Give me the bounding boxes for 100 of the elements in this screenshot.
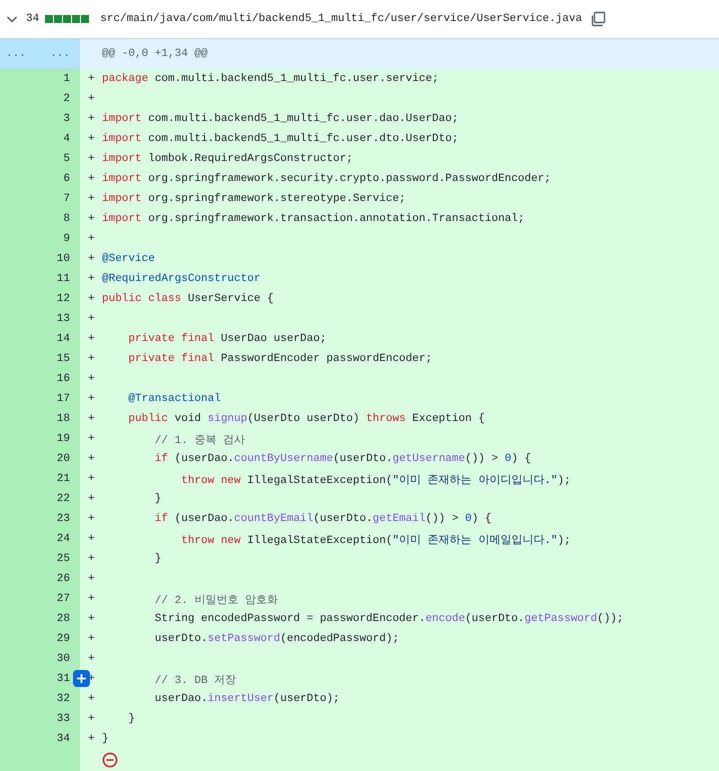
added-sign: + bbox=[87, 693, 96, 705]
code-line: userDao.insertUser(userDto); bbox=[154, 693, 340, 705]
added-sign: + bbox=[87, 573, 96, 585]
code-line: import org.springframework.security.crypto.password.PasswordEncoder; bbox=[102, 173, 551, 185]
line-number[interactable]: 15 bbox=[56, 353, 70, 365]
add-comment-button[interactable] bbox=[73, 670, 90, 687]
added-sign: + bbox=[87, 493, 96, 505]
code-line: throw new IllegalStateException("이미 존재하는 아이디입니다."); bbox=[180, 474, 571, 486]
code-line: if (userDao.countByUsername(userDto.getUsername()) > 0) { bbox=[154, 453, 532, 465]
changes-count: 34 bbox=[26, 13, 40, 25]
added-sign: + bbox=[87, 253, 96, 265]
code-line: public class UserService { bbox=[102, 293, 274, 305]
added-sign: + bbox=[87, 453, 96, 465]
line-number[interactable]: 14 bbox=[56, 333, 70, 345]
copy-icon[interactable] bbox=[590, 11, 606, 27]
added-sign: + bbox=[87, 333, 96, 345]
added-sign: + bbox=[87, 293, 96, 305]
added-sign: + bbox=[87, 213, 96, 225]
line-number[interactable]: 18 bbox=[56, 413, 70, 425]
line-number[interactable]: 31 bbox=[56, 673, 70, 685]
code-line: } bbox=[154, 493, 162, 505]
line-number[interactable]: 27 bbox=[56, 593, 70, 605]
line-number[interactable]: 22 bbox=[56, 493, 70, 505]
line-number[interactable]: 7 bbox=[63, 193, 70, 205]
code-line: import org.springframework.transaction.annotation.Transactional; bbox=[102, 213, 524, 225]
line-number[interactable]: 34 bbox=[56, 733, 70, 745]
line-number[interactable]: 11 bbox=[56, 273, 70, 285]
added-sign: + bbox=[87, 613, 96, 625]
line-number[interactable]: 4 bbox=[63, 133, 70, 145]
line-number[interactable]: 28 bbox=[56, 613, 70, 625]
added-sign: + bbox=[87, 653, 96, 665]
code-line: public void signup(UserDto userDto) throws Exception { bbox=[127, 413, 485, 425]
line-number[interactable]: 3 bbox=[63, 113, 70, 125]
line-number[interactable]: 25 bbox=[56, 553, 70, 565]
line-number[interactable]: 16 bbox=[56, 373, 70, 385]
added-sign: + bbox=[87, 373, 96, 385]
added-sign: + bbox=[87, 433, 96, 445]
line-number[interactable]: 20 bbox=[56, 453, 70, 465]
expand-button[interactable]: ... bbox=[0, 39, 40, 69]
line-number[interactable]: 8 bbox=[63, 213, 70, 225]
added-sign: + bbox=[87, 113, 96, 125]
code-line: import org.springframework.stereotype.Service; bbox=[102, 193, 406, 205]
added-sign: + bbox=[87, 193, 96, 205]
line-number[interactable]: 5 bbox=[63, 153, 70, 165]
line-number[interactable]: 13 bbox=[56, 313, 70, 325]
code-line: } bbox=[127, 713, 136, 725]
line-number[interactable]: 26 bbox=[56, 573, 70, 585]
added-sign: + bbox=[87, 533, 96, 545]
file-path[interactable]: src/main/java/com/multi/backend5_1_multi_fc/user/service/UserService.java bbox=[100, 13, 582, 25]
line-number[interactable]: 33 bbox=[56, 713, 70, 725]
code-line: String encodedPassword = passwordEncoder.encode(userDto.getPassword()); bbox=[154, 613, 624, 625]
line-number[interactable]: 24 bbox=[56, 533, 70, 545]
line-number[interactable]: 12 bbox=[56, 293, 70, 305]
added-sign: + bbox=[87, 733, 96, 745]
line-number[interactable]: 6 bbox=[63, 173, 70, 185]
code-line: } bbox=[102, 733, 109, 745]
expand-button[interactable]: ... bbox=[40, 39, 80, 69]
code-line: } bbox=[154, 553, 162, 565]
added-sign: + bbox=[87, 413, 96, 425]
code-line: throw new IllegalStateException("이미 존재하는 이메일입니다."); bbox=[180, 534, 571, 546]
added-sign: + bbox=[87, 353, 96, 365]
plus-icon bbox=[76, 673, 87, 684]
added-sign: + bbox=[87, 393, 96, 405]
code-line: if (userDao.countByEmail(userDto.getEmail()) > 0) { bbox=[154, 513, 492, 525]
code-line: private final PasswordEncoder passwordEncoder; bbox=[127, 353, 432, 365]
line-number[interactable]: 1 bbox=[63, 73, 70, 85]
added-sign: + bbox=[87, 93, 96, 105]
added-sign: + bbox=[87, 173, 96, 185]
code-line: @Transactional bbox=[127, 393, 221, 405]
code-line: // 1. 중복 검사 bbox=[154, 434, 246, 446]
added-sign: + bbox=[87, 73, 96, 85]
added-sign: + bbox=[87, 273, 96, 285]
line-number[interactable]: 32 bbox=[56, 693, 70, 705]
added-sign: + bbox=[87, 473, 96, 485]
line-number[interactable]: 21 bbox=[56, 473, 70, 485]
line-number[interactable]: 2 bbox=[63, 93, 70, 105]
code-line: import com.multi.backend5_1_multi_fc.user.dto.UserDto; bbox=[102, 133, 458, 145]
line-number[interactable]: 29 bbox=[56, 633, 70, 645]
added-sign: + bbox=[87, 153, 96, 165]
code-line: private final UserDao userDao; bbox=[127, 333, 326, 345]
line-number[interactable]: 30 bbox=[56, 653, 70, 665]
added-sign: + bbox=[87, 553, 96, 565]
code-line: package com.multi.backend5_1_multi_fc.user.service; bbox=[102, 73, 439, 85]
code-line: // 2. 비밀번호 암호화 bbox=[154, 594, 278, 606]
line-number[interactable]: 19 bbox=[56, 433, 70, 445]
added-sign: + bbox=[87, 713, 96, 725]
added-sign: + bbox=[87, 593, 96, 605]
line-number[interactable]: 17 bbox=[56, 393, 70, 405]
code-line: @Service bbox=[102, 253, 155, 265]
code-line: userDto.setPassword(encodedPassword); bbox=[154, 633, 400, 645]
hunk-header: @@ -0,0 +1,34 @@ bbox=[101, 48, 208, 60]
line-number[interactable]: 9 bbox=[63, 233, 70, 245]
code-line: import lombok.RequiredArgsConstructor; bbox=[102, 153, 353, 165]
code-line: @RequiredArgsConstructor bbox=[102, 273, 260, 285]
added-sign: + bbox=[87, 313, 96, 325]
code-line: // 3. DB 저장 bbox=[154, 674, 236, 686]
added-sign: + bbox=[87, 133, 96, 145]
line-number[interactable]: 10 bbox=[56, 253, 70, 265]
added-sign: + bbox=[87, 633, 96, 645]
line-number[interactable]: 23 bbox=[56, 513, 70, 525]
